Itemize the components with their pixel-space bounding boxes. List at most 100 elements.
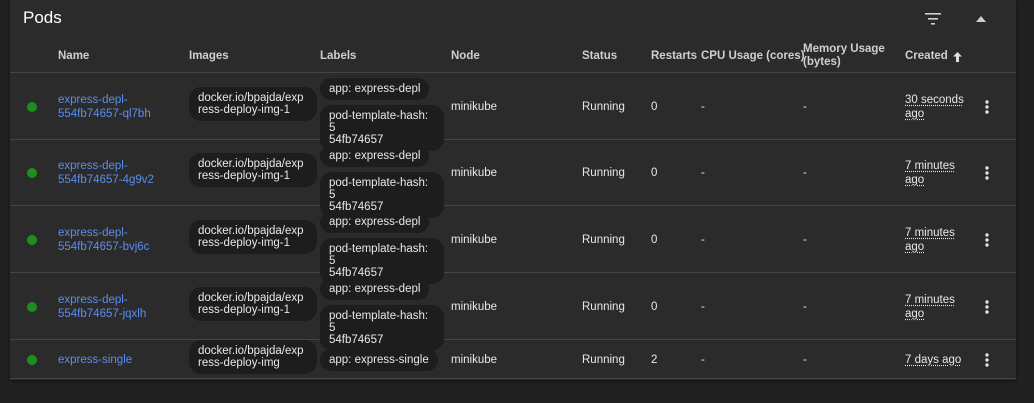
restarts-cell: 2 <box>651 354 658 366</box>
col-memory-line1: Memory Usage <box>803 43 885 55</box>
memory-cell: - <box>803 301 807 313</box>
created-cell: 7 minutes ago <box>905 226 955 254</box>
image-line1: docker.io/bpajda/exp <box>198 225 304 237</box>
image-line2: ress-deploy-img-1 <box>198 304 291 316</box>
col-restarts: Restarts <box>651 50 698 62</box>
col-name[interactable]: Name <box>58 50 89 63</box>
created-cell: 7 minutes ago <box>905 293 955 321</box>
table-row: express-depl- 554fb74657-bvj6c docker.io/… <box>10 206 1016 284</box>
created-cell: 7 days ago <box>905 353 961 367</box>
created-line1: 7 minutes <box>905 160 955 172</box>
pod-name-line2[interactable]: 554fb74657-4g9v2 <box>58 174 154 186</box>
col-memory-line2: (bytes) <box>803 56 841 68</box>
image-line2: ress-deploy-img-1 <box>198 237 291 249</box>
memory-cell: - <box>803 167 807 179</box>
sort-ascending-icon <box>952 51 962 62</box>
image-chip: docker.io/bpajda/exp ress-deploy-img-1 <box>189 153 317 187</box>
created-line1: 30 seconds <box>905 94 964 106</box>
table-row: express-single docker.io/bpajda/exp ress… <box>10 340 1016 379</box>
memory-cell: - <box>803 234 807 246</box>
node-cell[interactable]: minikube <box>451 233 497 247</box>
restarts-cell: 0 <box>651 167 658 179</box>
row-actions-button[interactable] <box>977 95 997 119</box>
col-status: Status <box>582 50 618 62</box>
card-title: Pods <box>23 8 62 27</box>
pod-name-link[interactable]: express-depl- 554fb74657-ql7bh <box>58 93 151 121</box>
cpu-cell: - <box>701 167 705 179</box>
row-actions-button[interactable] <box>977 348 997 372</box>
cpu-cell: - <box>701 234 705 246</box>
status-cell: Running <box>582 234 625 246</box>
pod-name-line2[interactable]: 554fb74657-bvj6c <box>58 241 149 253</box>
more-vert-icon <box>985 300 989 314</box>
label-hash-line1: pod-template-hash: 5 <box>329 110 429 134</box>
node-cell[interactable]: minikube <box>451 300 497 314</box>
caret-up-icon <box>976 16 986 22</box>
pod-name-line2[interactable]: 554fb74657-ql7bh <box>58 108 151 120</box>
created-line1: 7 minutes <box>905 294 955 306</box>
pod-name-line1[interactable]: express-depl- <box>58 294 128 306</box>
label-chip-app: app: express-depl <box>320 145 430 167</box>
memory-cell: - <box>803 101 807 113</box>
label-hash-line1: pod-template-hash: 5 <box>329 310 429 334</box>
label-chip-app: app: express-depl <box>320 78 430 100</box>
collapse-button[interactable] <box>970 8 992 30</box>
image-line1: docker.io/bpajda/exp <box>198 92 304 104</box>
row-actions-button[interactable] <box>977 295 997 319</box>
pod-name-link[interactable]: express-single <box>58 353 132 367</box>
row-actions-button[interactable] <box>977 228 997 252</box>
memory-cell: - <box>803 354 807 366</box>
node-cell[interactable]: minikube <box>451 353 497 367</box>
col-images: Images <box>189 50 229 62</box>
col-created[interactable]: Created <box>905 50 962 63</box>
pod-name-line1[interactable]: express-depl- <box>58 227 128 239</box>
col-created-label: Created <box>905 50 948 62</box>
status-ok-icon <box>27 235 37 245</box>
row-actions-button[interactable] <box>977 161 997 185</box>
pod-name-line1[interactable]: express-depl- <box>58 160 128 172</box>
created-line2: ago <box>905 308 925 320</box>
created-line2: ago <box>905 108 925 120</box>
table-header: Name Images Labels Node Status Restarts … <box>10 38 1016 73</box>
more-vert-icon <box>985 353 989 367</box>
pod-name-link[interactable]: express-depl- 554fb74657-jqxlh <box>58 293 146 321</box>
node-cell[interactable]: minikube <box>451 100 497 114</box>
col-memory: Memory Usage (bytes) <box>803 43 885 69</box>
created-line1: 7 days ago <box>905 354 962 366</box>
filter-icon <box>925 13 941 25</box>
image-chip: docker.io/bpajda/exp ress-deploy-img-1 <box>189 87 317 121</box>
pod-name-line1[interactable]: express-single <box>58 354 132 366</box>
image-line1: docker.io/bpajda/exp <box>198 158 304 170</box>
more-vert-icon <box>985 233 989 247</box>
pod-name-link[interactable]: express-depl- 554fb74657-bvj6c <box>58 226 149 254</box>
image-line1: docker.io/bpajda/exp <box>198 345 304 357</box>
image-chip: docker.io/bpajda/exp ress-deploy-img-1 <box>189 220 317 254</box>
image-chip: docker.io/bpajda/exp ress-deploy-img <box>189 340 317 374</box>
status-cell: Running <box>582 101 625 113</box>
status-ok-icon <box>27 168 37 178</box>
more-vert-icon <box>985 100 989 114</box>
pod-name-link[interactable]: express-depl- 554fb74657-4g9v2 <box>58 159 154 187</box>
image-line1: docker.io/bpajda/exp <box>198 292 304 304</box>
label-chip-app: app: express-depl <box>320 211 430 233</box>
restarts-cell: 0 <box>651 234 658 246</box>
more-vert-icon <box>985 166 989 180</box>
table-row: express-depl- 554fb74657-4g9v2 docker.io/… <box>10 140 1016 218</box>
label-chip-app: app: express-single <box>320 349 438 371</box>
status-cell: Running <box>582 167 625 179</box>
created-cell: 30 seconds ago <box>905 93 964 121</box>
table-row: express-depl- 554fb74657-jqxlh docker.io/… <box>10 273 1016 351</box>
created-line2: ago <box>905 241 925 253</box>
restarts-cell: 0 <box>651 301 658 313</box>
pod-name-line2[interactable]: 554fb74657-jqxlh <box>58 308 146 320</box>
pod-name-line1[interactable]: express-depl- <box>58 94 128 106</box>
cpu-cell: - <box>701 101 705 113</box>
filter-button[interactable] <box>922 8 944 30</box>
node-cell[interactable]: minikube <box>451 166 497 180</box>
cpu-cell: - <box>701 354 705 366</box>
image-line2: ress-deploy-img-1 <box>198 104 291 116</box>
card-header: Pods <box>10 0 1016 36</box>
status-ok-icon <box>27 302 37 312</box>
col-node[interactable]: Node <box>451 50 480 63</box>
table-row: express-depl- 554fb74657-ql7bh docker.io/… <box>10 73 1016 151</box>
